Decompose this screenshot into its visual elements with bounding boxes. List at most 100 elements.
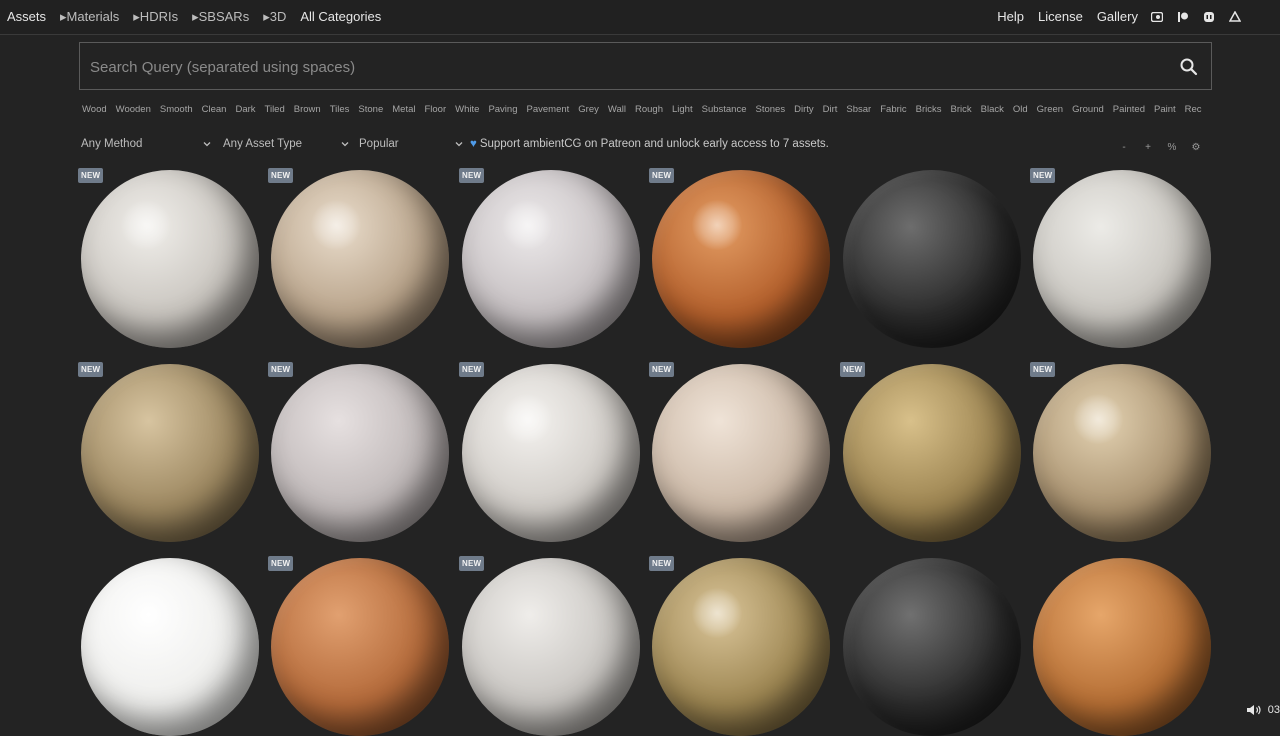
percent-button[interactable]: %	[1160, 142, 1184, 153]
tag-link[interactable]: Black	[981, 104, 1004, 115]
tag-link[interactable]: Floor	[424, 104, 446, 115]
tag-link[interactable]: Metal	[392, 104, 415, 115]
asset-tile[interactable]: NEW	[268, 556, 449, 736]
nav-sbsars[interactable]: ▸SBSARs	[192, 9, 249, 25]
chevron-down-icon	[455, 142, 463, 147]
asset-tile[interactable]: NEW	[268, 168, 449, 348]
tag-link[interactable]: Old	[1013, 104, 1028, 115]
popular-tags: Wood Wooden Smooth Clean Dark Tiled Brown Tiles…	[82, 104, 1214, 118]
nav-3d[interactable]: ▸3D	[263, 9, 286, 25]
tag-link[interactable]: Substance	[702, 104, 747, 115]
asset-tile[interactable]: NEW	[459, 362, 640, 542]
nav-all-categories[interactable]: All Categories	[300, 9, 381, 25]
asset-tile[interactable]	[843, 170, 1021, 348]
tag-link[interactable]: Tiled	[265, 104, 285, 115]
nav-help[interactable]: Help	[997, 9, 1024, 24]
sort-dropdown[interactable]: Popular	[359, 138, 463, 150]
asset-type-dropdown[interactable]: Any Asset Type	[223, 138, 349, 150]
tag-link[interactable]: Brick	[951, 104, 972, 115]
tag-link[interactable]: Paint	[1154, 104, 1176, 115]
tag-link[interactable]: Grey	[578, 104, 599, 115]
asset-tile[interactable]: NEW	[459, 556, 640, 736]
asset-tile[interactable]: NEW	[268, 362, 449, 542]
asset-tile[interactable]: NEW	[840, 362, 1021, 542]
new-badge: NEW	[459, 168, 485, 183]
material-sphere-preview	[843, 558, 1021, 736]
zoom-out-button[interactable]: -	[1112, 142, 1136, 153]
method-dropdown[interactable]: Any Method	[81, 138, 211, 150]
heart-icon: ♥	[470, 138, 477, 150]
asset-tile[interactable]: NEW	[1030, 362, 1211, 542]
asset-tile[interactable]	[843, 558, 1021, 736]
nav-gallery[interactable]: Gallery	[1097, 9, 1138, 24]
tag-link[interactable]: Clean	[202, 104, 227, 115]
tag-link[interactable]: Ground	[1072, 104, 1104, 115]
tag-link[interactable]: Dark	[235, 104, 255, 115]
artstation-icon[interactable]	[1228, 10, 1242, 24]
asset-tile[interactable]: NEW	[649, 168, 830, 348]
material-sphere-preview	[81, 364, 259, 542]
material-sphere-preview	[462, 364, 640, 542]
new-badge: NEW	[649, 362, 675, 377]
material-sphere-preview	[843, 364, 1021, 542]
new-badge: NEW	[268, 168, 294, 183]
mastodon-icon[interactable]	[1202, 10, 1216, 24]
asset-tile[interactable]	[1033, 558, 1211, 736]
material-sphere-preview	[652, 170, 830, 348]
patreon-icon[interactable]	[1176, 10, 1190, 24]
tag-link[interactable]: Light	[672, 104, 693, 115]
tag-link[interactable]: Paving	[488, 104, 517, 115]
asset-tile[interactable]: NEW	[459, 168, 640, 348]
settings-gear-icon[interactable]: ⚙	[1184, 142, 1208, 153]
nav-license[interactable]: License	[1038, 9, 1083, 24]
tag-link[interactable]: Wall	[608, 104, 626, 115]
tag-link[interactable]: Stones	[756, 104, 786, 115]
search-icon[interactable]	[1179, 57, 1199, 77]
search-box	[79, 42, 1212, 90]
tag-link[interactable]: Stone	[358, 104, 383, 115]
material-sphere-preview	[81, 170, 259, 348]
specular-highlight	[311, 200, 361, 250]
new-badge: NEW	[268, 556, 294, 571]
new-badge: NEW	[1030, 168, 1056, 183]
specular-highlight	[1073, 394, 1123, 444]
tag-link[interactable]: Brown	[294, 104, 321, 115]
tag-link[interactable]: Pavement	[527, 104, 570, 115]
patreon-support-link[interactable]: ♥ Support ambientCG on Patreon and unlock…	[470, 138, 829, 150]
asset-tile[interactable]: NEW	[649, 556, 830, 736]
tag-link[interactable]: White	[455, 104, 479, 115]
material-sphere-preview	[271, 364, 449, 542]
asset-tile[interactable]: NEW	[649, 362, 830, 542]
specular-highlight	[502, 200, 552, 250]
asset-tile[interactable]: NEW	[1030, 168, 1211, 348]
tag-link[interactable]: Wood	[82, 104, 107, 115]
tag-link[interactable]: Smooth	[160, 104, 193, 115]
tag-link[interactable]: Dirt	[823, 104, 838, 115]
nav-assets[interactable]: Assets	[7, 9, 46, 25]
zoom-in-button[interactable]: +	[1136, 142, 1160, 153]
tag-link[interactable]: Sbsar	[846, 104, 871, 115]
tag-link[interactable]: Painted	[1113, 104, 1145, 115]
volume-icon[interactable]	[1246, 704, 1262, 716]
asset-tile[interactable]: NEW	[78, 362, 259, 542]
playback-time: 03	[1267, 703, 1280, 716]
top-navigation-bar: Assets ▸Materials ▸HDRIs ▸SBSARs ▸3D All…	[0, 0, 1280, 35]
video-overlay: 03	[1246, 704, 1280, 716]
nav-materials[interactable]: ▸Materials	[60, 9, 119, 25]
tag-link[interactable]: Bricks	[916, 104, 942, 115]
nav-hdris[interactable]: ▸HDRIs	[133, 9, 178, 25]
patreon-square-icon[interactable]	[1150, 10, 1164, 24]
material-sphere-preview	[843, 170, 1021, 348]
asset-tile[interactable]	[81, 558, 259, 736]
new-badge: NEW	[840, 362, 866, 377]
tag-link[interactable]: Rough	[635, 104, 663, 115]
tag-link[interactable]: Dirty	[794, 104, 814, 115]
search-input[interactable]	[88, 53, 1152, 81]
tag-link[interactable]: Tiles	[330, 104, 350, 115]
tag-link[interactable]: Wooden	[116, 104, 151, 115]
tag-link[interactable]: Rec	[1185, 104, 1202, 115]
tag-link[interactable]: Green	[1037, 104, 1063, 115]
asset-tile[interactable]: NEW	[78, 168, 259, 348]
view-tools: - + % ⚙	[1112, 142, 1208, 153]
tag-link[interactable]: Fabric	[880, 104, 906, 115]
